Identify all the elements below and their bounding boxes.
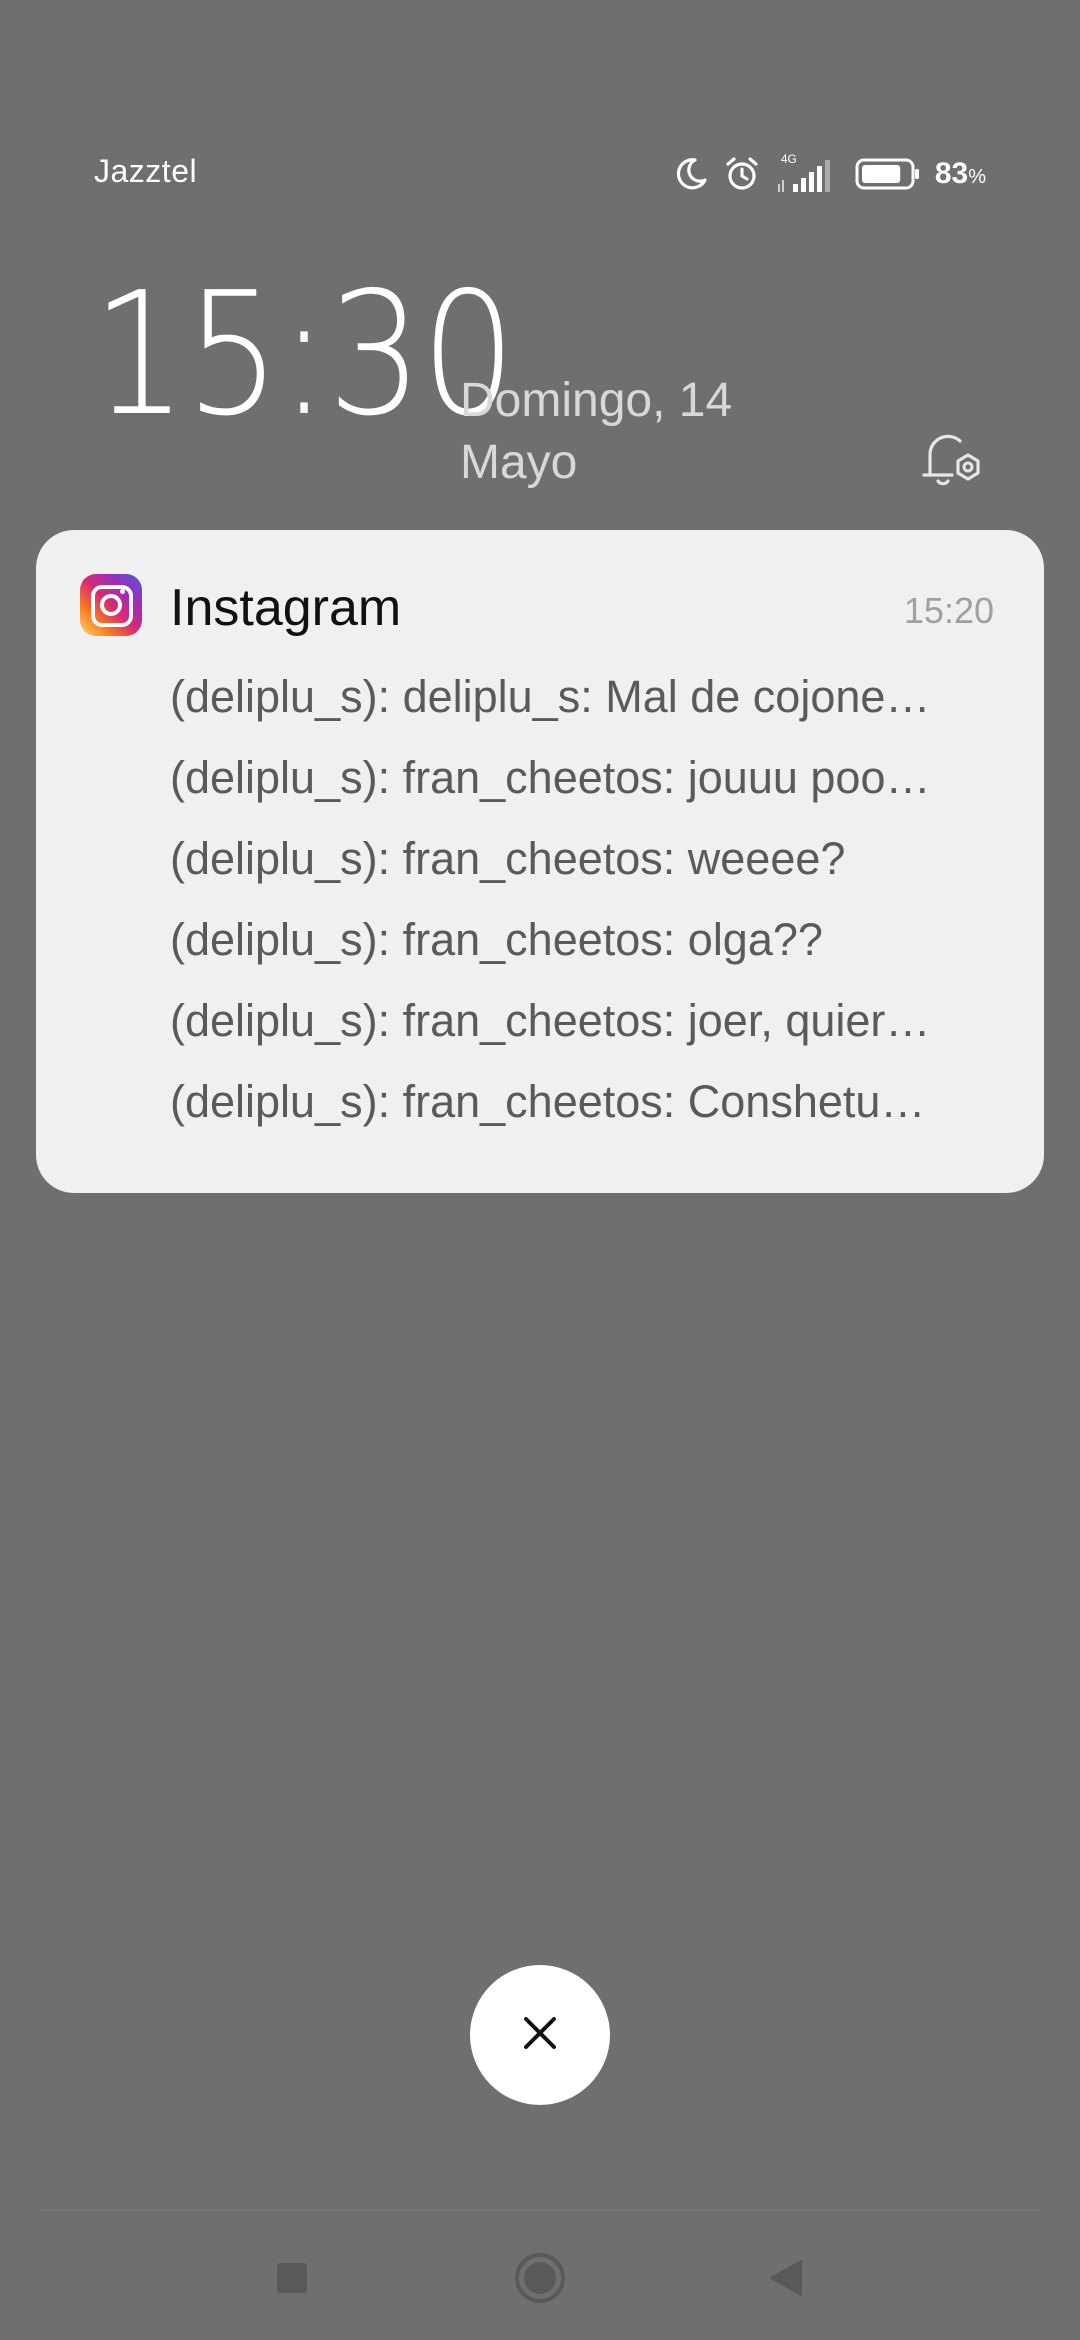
status-icons: 4G 83% (673, 151, 986, 197)
alarm-clock-icon (723, 155, 761, 193)
do-not-disturb-moon-icon (673, 156, 709, 192)
notification-message: (deliplu_s): fran_cheetos: joer, quier… (170, 995, 931, 1046)
home-button[interactable] (510, 2250, 570, 2310)
date-line-day: Domingo, 14 (460, 374, 733, 427)
triangle-back-icon (767, 2258, 805, 2303)
close-icon (520, 2013, 560, 2058)
battery-icon (855, 157, 921, 191)
battery-percentage: 83% (935, 157, 986, 191)
bell-settings-icon[interactable] (916, 425, 988, 497)
lock-date: Domingo, 14 Mayo (460, 370, 732, 494)
date-line-month: Mayo (460, 436, 578, 489)
instagram-notification[interactable]: Instagram 15:20 (deliplu_s): deliplu_s: … (36, 530, 1044, 1193)
square-icon (275, 2261, 309, 2300)
instagram-app-icon (80, 574, 142, 636)
notification-message: (deliplu_s): fran_cheetos: weeee? (170, 833, 846, 884)
back-button[interactable] (756, 2250, 816, 2310)
battery-percent-sign: % (968, 166, 986, 188)
lock-screen: Jazztel 4G 83% 15:30 Domingo, 14 Mayo In… (0, 0, 1080, 2340)
carrier-name: Jazztel (94, 153, 198, 189)
circle-icon (513, 2251, 567, 2310)
notification-message: (deliplu_s): fran_cheetos: Conshetu… (170, 1076, 926, 1127)
clear-notifications-button[interactable] (470, 1965, 610, 2105)
nav-divider (40, 2210, 1040, 2211)
navigation-bar (0, 2220, 1080, 2340)
notification-time: 15:20 (903, 590, 994, 631)
cell-signal-icon: 4G (775, 152, 841, 194)
battery-percent-value: 83 (934, 157, 969, 190)
notification-messages: (deliplu_s): deliplu_s: Mal de cojone… (… (170, 656, 1030, 1142)
notification-app-name: Instagram (170, 579, 402, 637)
lock-clock: 15:30 (92, 256, 516, 454)
notification-message: (deliplu_s): fran_cheetos: olga?? (170, 914, 823, 965)
recent-apps-button[interactable] (262, 2250, 322, 2310)
notification-message: (deliplu_s): fran_cheetos: jouuu poo… (170, 752, 931, 803)
notification-message: (deliplu_s): deliplu_s: Mal de cojone… (170, 671, 931, 722)
status-bar: Jazztel 4G 83% (0, 145, 1080, 205)
